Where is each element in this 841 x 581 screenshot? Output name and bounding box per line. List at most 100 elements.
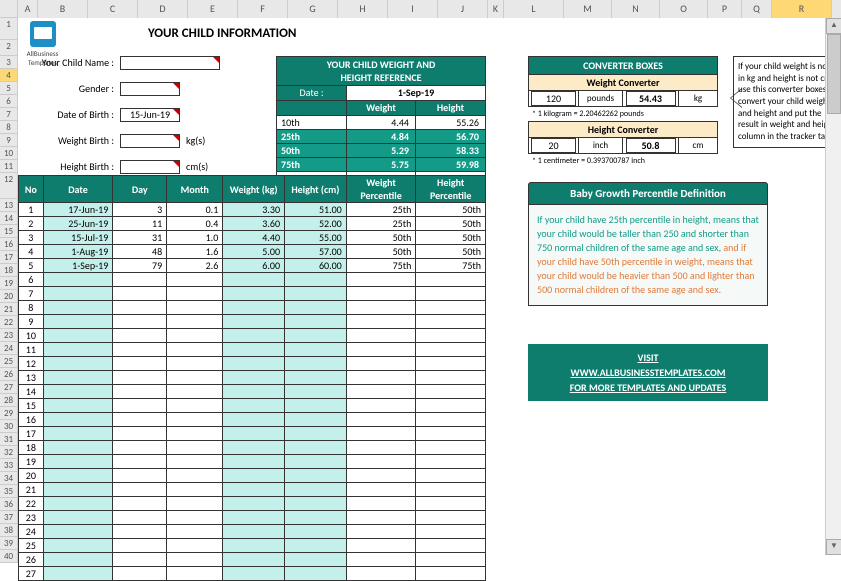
row-header-10[interactable]: 10 bbox=[0, 147, 17, 160]
row-header-12[interactable]: 12 bbox=[0, 173, 17, 199]
table-row[interactable]: 20 bbox=[19, 469, 486, 483]
table-row[interactable]: 6 bbox=[19, 273, 486, 287]
row-header-24[interactable]: 24 bbox=[0, 342, 17, 355]
ref-date-value[interactable]: 1-Sep-19 bbox=[347, 86, 485, 100]
col-header-S[interactable]: S bbox=[832, 0, 841, 18]
row-header-29[interactable]: 29 bbox=[0, 407, 17, 420]
table-row[interactable]: 10 bbox=[19, 329, 486, 343]
wbirth-unit: kg(s) bbox=[186, 134, 205, 147]
table-row[interactable]: 25 bbox=[19, 539, 486, 553]
table-row[interactable]: 22 bbox=[19, 497, 486, 511]
row-header-9[interactable]: 9 bbox=[0, 134, 17, 147]
row-header-5[interactable]: 5 bbox=[0, 82, 17, 95]
row-header-30[interactable]: 30 bbox=[0, 420, 17, 433]
scroll-down-button[interactable]: ▼ bbox=[826, 539, 841, 555]
col-header-I[interactable]: I bbox=[388, 0, 438, 18]
table-row[interactable]: 17 bbox=[19, 427, 486, 441]
row-header-15[interactable]: 15 bbox=[0, 225, 17, 238]
table-row[interactable]: 117-Jun-1930.13.3051.0025th50th bbox=[19, 203, 486, 217]
table-row[interactable]: 9 bbox=[19, 315, 486, 329]
col-header-C[interactable]: C bbox=[88, 0, 138, 18]
row-header-37[interactable]: 37 bbox=[0, 511, 17, 524]
row-header-38[interactable]: 38 bbox=[0, 524, 17, 537]
table-row[interactable]: 8 bbox=[19, 301, 486, 315]
row-header-6[interactable]: 6 bbox=[0, 95, 17, 108]
row-header-39[interactable]: 39 bbox=[0, 537, 17, 550]
row-header-7[interactable]: 7 bbox=[0, 108, 17, 121]
table-row[interactable]: 18 bbox=[19, 441, 486, 455]
select-all-corner[interactable] bbox=[0, 0, 18, 18]
row-header-40[interactable]: 40 bbox=[0, 550, 17, 563]
row-header-21[interactable]: 21 bbox=[0, 303, 17, 316]
col-header-Q[interactable]: Q bbox=[742, 0, 772, 18]
col-header-O[interactable]: O bbox=[660, 0, 708, 18]
row-header-13[interactable]: 13 bbox=[0, 199, 17, 212]
row-header-19[interactable]: 19 bbox=[0, 277, 17, 290]
col-header-L[interactable]: L bbox=[504, 0, 564, 18]
row-header-8[interactable]: 8 bbox=[0, 121, 17, 134]
table-row[interactable]: 41-Aug-19481.65.0057.0050th50th bbox=[19, 245, 486, 259]
weight-conv-input[interactable]: 120 bbox=[531, 91, 576, 106]
table-row[interactable]: 51-Sep-19792.66.0060.0075th75th bbox=[19, 259, 486, 273]
row-header-26[interactable]: 26 bbox=[0, 368, 17, 381]
col-header-B[interactable]: B bbox=[38, 0, 88, 18]
table-row[interactable]: 12 bbox=[19, 357, 486, 371]
scroll-up-button[interactable]: ▲ bbox=[826, 18, 841, 34]
scroll-thumb[interactable] bbox=[827, 34, 841, 114]
col-header-D[interactable]: D bbox=[138, 0, 188, 18]
col-header-N[interactable]: N bbox=[612, 0, 660, 18]
row-header-22[interactable]: 22 bbox=[0, 316, 17, 329]
col-header-G[interactable]: G bbox=[288, 0, 338, 18]
row-header-1[interactable]: 1 bbox=[0, 18, 17, 40]
row-header-35[interactable]: 35 bbox=[0, 485, 17, 498]
table-row[interactable]: 15 bbox=[19, 399, 486, 413]
table-row[interactable]: 14 bbox=[19, 385, 486, 399]
dob-input[interactable]: 15-Jun-19 bbox=[120, 108, 180, 122]
table-row[interactable]: 23 bbox=[19, 511, 486, 525]
row-header-27[interactable]: 27 bbox=[0, 381, 17, 394]
row-header-28[interactable]: 28 bbox=[0, 394, 17, 407]
row-header-36[interactable]: 36 bbox=[0, 498, 17, 511]
col-header-F[interactable]: F bbox=[238, 0, 288, 18]
col-header-K[interactable]: K bbox=[488, 0, 504, 18]
row-header-4[interactable]: 4 bbox=[0, 69, 17, 82]
col-header-M[interactable]: M bbox=[564, 0, 612, 18]
col-header-H[interactable]: H bbox=[338, 0, 388, 18]
row-header-34[interactable]: 34 bbox=[0, 472, 17, 485]
row-header-3[interactable]: 3 bbox=[0, 56, 17, 69]
height-conv-input[interactable]: 20 bbox=[531, 138, 576, 153]
col-header-R[interactable]: R bbox=[772, 0, 832, 18]
hbirth-input[interactable] bbox=[120, 160, 180, 174]
table-row[interactable]: 225-Jun-19110.43.6052.0025th50th bbox=[19, 217, 486, 231]
col-header-E[interactable]: E bbox=[188, 0, 238, 18]
row-header-14[interactable]: 14 bbox=[0, 212, 17, 225]
visit-link[interactable]: VISITWWW.ALLBUSINESSTEMPLATES.COMFOR MOR… bbox=[528, 344, 768, 401]
row-header-32[interactable]: 32 bbox=[0, 446, 17, 459]
row-header-25[interactable]: 25 bbox=[0, 355, 17, 368]
name-input[interactable] bbox=[120, 56, 220, 70]
row-header-33[interactable]: 33 bbox=[0, 459, 17, 472]
col-header-P[interactable]: P bbox=[708, 0, 742, 18]
row-header-23[interactable]: 23 bbox=[0, 329, 17, 342]
table-row[interactable]: 315-Jul-19311.04.4055.0050th50th bbox=[19, 231, 486, 245]
table-row[interactable]: 13 bbox=[19, 371, 486, 385]
table-row[interactable]: 19 bbox=[19, 455, 486, 469]
table-row[interactable]: 24 bbox=[19, 525, 486, 539]
wbirth-input[interactable] bbox=[120, 134, 180, 148]
row-header-17[interactable]: 17 bbox=[0, 251, 17, 264]
col-header-A[interactable]: A bbox=[18, 0, 38, 18]
table-row[interactable]: 16 bbox=[19, 413, 486, 427]
table-row[interactable]: 21 bbox=[19, 483, 486, 497]
row-header-2[interactable]: 2 bbox=[0, 40, 17, 56]
row-header-18[interactable]: 18 bbox=[0, 264, 17, 277]
row-header-31[interactable]: 31 bbox=[0, 433, 17, 446]
table-row[interactable]: 27 bbox=[19, 567, 486, 581]
gender-input[interactable] bbox=[120, 82, 180, 96]
row-header-20[interactable]: 20 bbox=[0, 290, 17, 303]
col-header-J[interactable]: J bbox=[438, 0, 488, 18]
table-row[interactable]: 7 bbox=[19, 287, 486, 301]
row-header-16[interactable]: 16 bbox=[0, 238, 17, 251]
vertical-scrollbar[interactable]: ▲ ▼ bbox=[825, 18, 841, 555]
table-row[interactable]: 11 bbox=[19, 343, 486, 357]
row-header-11[interactable]: 11 bbox=[0, 160, 17, 173]
